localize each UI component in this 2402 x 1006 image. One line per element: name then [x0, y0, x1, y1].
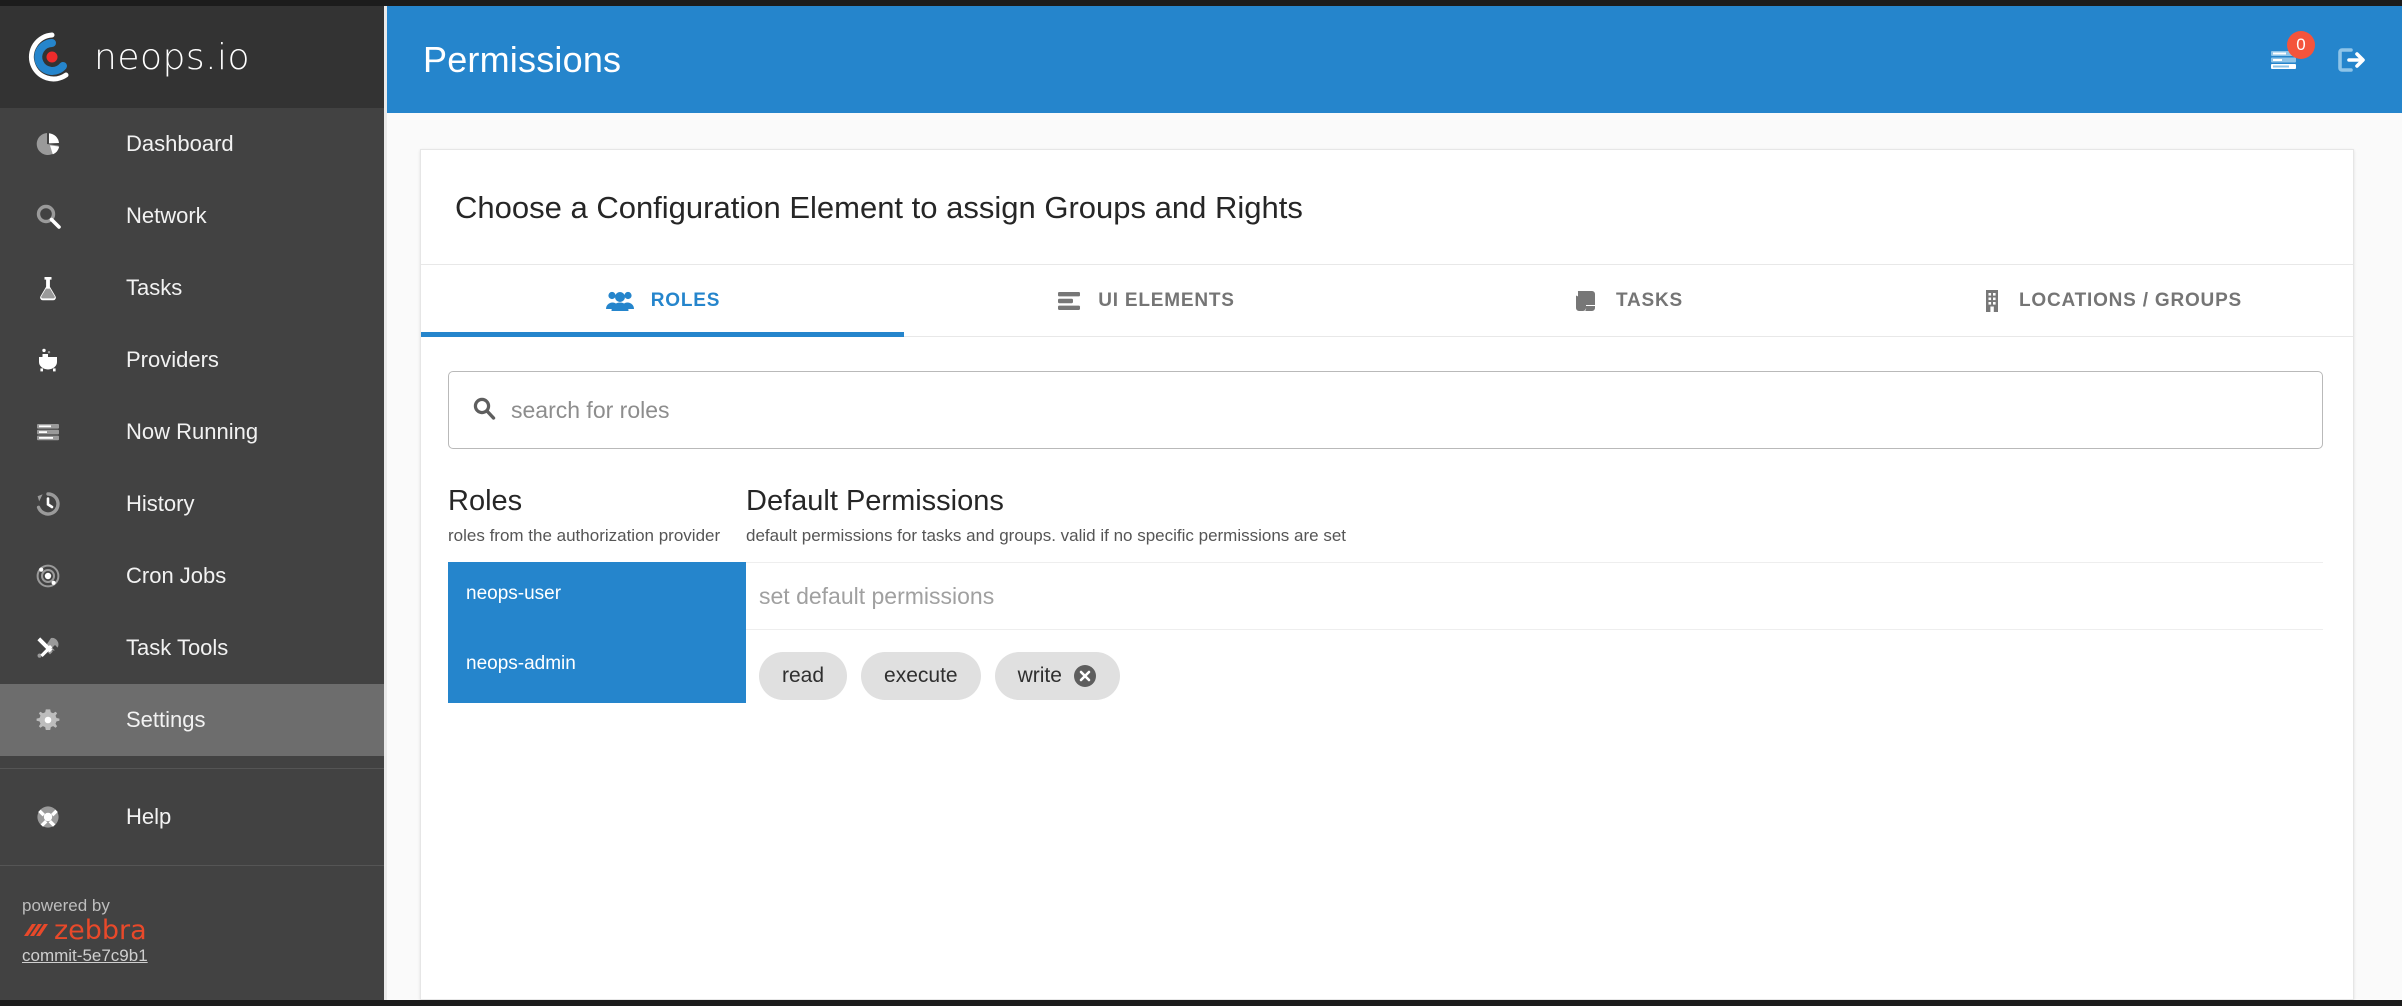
neops-target-logo-icon [26, 31, 78, 83]
flask-icon [20, 274, 76, 302]
topbar: Permissions 0 [387, 6, 2402, 113]
tab-locations-groups[interactable]: LOCATIONS / GROUPS [1870, 265, 2353, 336]
tab-ui-elements[interactable]: UI ELEMENTS [904, 265, 1387, 336]
sidebar-item-dashboard[interactable]: Dashboard [0, 108, 384, 180]
sidebar-nav: Dashboard Network Tasks Providers Now Ru… [0, 108, 384, 966]
sidebar-item-label: Tasks [126, 275, 183, 300]
sidebar: neops.io Dashboard Network Tasks Provide… [0, 6, 384, 1000]
search-icon [471, 395, 497, 426]
building-icon [1981, 288, 2003, 314]
running-tasks-icon[interactable]: 0 [2268, 30, 2315, 77]
tab-label: UI ELEMENTS [1098, 289, 1235, 311]
sidebar-item-label: Network [126, 203, 207, 228]
people-group-icon [605, 289, 635, 313]
page-title: Permissions [423, 38, 622, 80]
vendor-logo: zebbra [22, 915, 384, 946]
sidebar-item-settings[interactable]: Settings [0, 684, 384, 756]
zebbra-mark-icon [22, 920, 50, 942]
wrench-screwdriver-icon [20, 634, 76, 662]
powered-by-label: powered by [22, 896, 110, 915]
magnifier-icon [20, 202, 76, 230]
tab-panel-roles: Roles roles from the authorization provi… [421, 337, 2353, 999]
pie-chart-icon [20, 130, 76, 158]
default-permissions-input[interactable] [759, 582, 2323, 610]
sidebar-item-label: Help [126, 804, 172, 829]
permission-chips: read execute write [746, 652, 2323, 700]
search-input[interactable] [511, 396, 2300, 424]
sidebar-item-network[interactable]: Network [0, 180, 384, 252]
roles-list: neops-user neops-admin [448, 562, 746, 703]
roles-subheading: roles from the authorization provider [448, 526, 721, 545]
sidebar-item-label: Now Running [126, 419, 259, 444]
chip-label: read [782, 664, 825, 687]
roles-permissions-columns: Roles roles from the authorization provi… [448, 483, 2323, 703]
commit-link[interactable]: commit-5e7c9b1 [22, 946, 148, 966]
search-box[interactable] [448, 371, 2323, 449]
list-item[interactable]: neops-admin [448, 640, 746, 687]
sidebar-item-cron-jobs[interactable]: Cron Jobs [0, 540, 384, 612]
history-clock-icon [20, 490, 76, 518]
list-item[interactable]: neops-user [448, 570, 746, 617]
sidebar-divider [0, 768, 384, 769]
brand-header[interactable]: neops.io [0, 6, 384, 108]
sidebar-item-label: Task Tools [126, 635, 229, 660]
content-area: Choose a Configuration Element to assign… [387, 113, 2402, 1000]
chip-label: write [1017, 664, 1062, 687]
tab-bar: ROLES UI ELEMENTS TASKS LOCATIONS / GROU… [421, 265, 2353, 337]
sidebar-item-label: Settings [126, 707, 206, 732]
card-title: Choose a Configuration Element to assign… [455, 190, 1303, 225]
cauldron-icon [20, 346, 76, 374]
orbit-icon [20, 562, 76, 590]
sidebar-item-now-running[interactable]: Now Running [0, 396, 384, 468]
vendor-name: zebbra [54, 915, 147, 946]
brand-name: neops.io [94, 36, 251, 78]
permission-chip-execute[interactable]: execute [861, 652, 981, 700]
sidebar-item-label: Providers [126, 347, 219, 372]
roles-heading: Roles [448, 485, 523, 517]
topbar-actions: 0 [2268, 30, 2368, 77]
tab-label: ROLES [650, 289, 721, 311]
role-label: neops-user [466, 582, 562, 604]
application-window: neops.io Dashboard Network Tasks Provide… [0, 6, 2402, 1000]
sidebar-footer: powered by zebbra commit-5e7c9b1 [0, 896, 384, 966]
lifebuoy-icon [20, 803, 76, 831]
tab-roles[interactable]: ROLES [421, 265, 904, 337]
sidebar-item-label: Cron Jobs [126, 563, 227, 588]
tab-label: LOCATIONS / GROUPS [2018, 289, 2243, 311]
default-permissions-input-row[interactable] [746, 562, 2323, 630]
roles-column: Roles roles from the authorization provi… [448, 483, 746, 703]
permissions-card: Choose a Configuration Element to assign… [420, 149, 2354, 1000]
gear-icon [20, 706, 76, 734]
running-tasks-badge: 0 [2287, 30, 2315, 59]
sidebar-item-task-tools[interactable]: Task Tools [0, 612, 384, 684]
scroll-icon [1574, 288, 1600, 314]
tab-tasks[interactable]: TASKS [1387, 265, 1870, 336]
logout-icon[interactable] [2334, 43, 2368, 77]
permissions-heading: Default Permissions [746, 485, 1004, 517]
permission-chip-write[interactable]: write [994, 652, 1120, 700]
sidebar-item-label: History [126, 491, 195, 516]
permissions-subheading: default permissions for tasks and groups… [746, 526, 1346, 545]
sidebar-item-tasks[interactable]: Tasks [0, 252, 384, 324]
main-pane: Permissions 0 Choose a Configuration Ele… [384, 6, 2402, 1000]
tab-label: TASKS [1616, 289, 1683, 311]
chip-label: execute [884, 664, 958, 687]
sidebar-item-providers[interactable]: Providers [0, 324, 384, 396]
card-header: Choose a Configuration Element to assign… [421, 150, 2353, 265]
remove-chip-icon[interactable] [1073, 664, 1097, 688]
role-label: neops-admin [466, 652, 576, 674]
sidebar-item-help[interactable]: Help [0, 781, 384, 853]
sidebar-item-label: Dashboard [126, 131, 234, 156]
list-lines-icon [1056, 289, 1082, 313]
sidebar-item-history[interactable]: History [0, 468, 384, 540]
permission-chip-read[interactable]: read [759, 652, 848, 700]
list-lines-icon [20, 418, 76, 446]
permissions-column: Default Permissions default permissions … [746, 483, 2323, 700]
sidebar-divider [0, 865, 384, 866]
